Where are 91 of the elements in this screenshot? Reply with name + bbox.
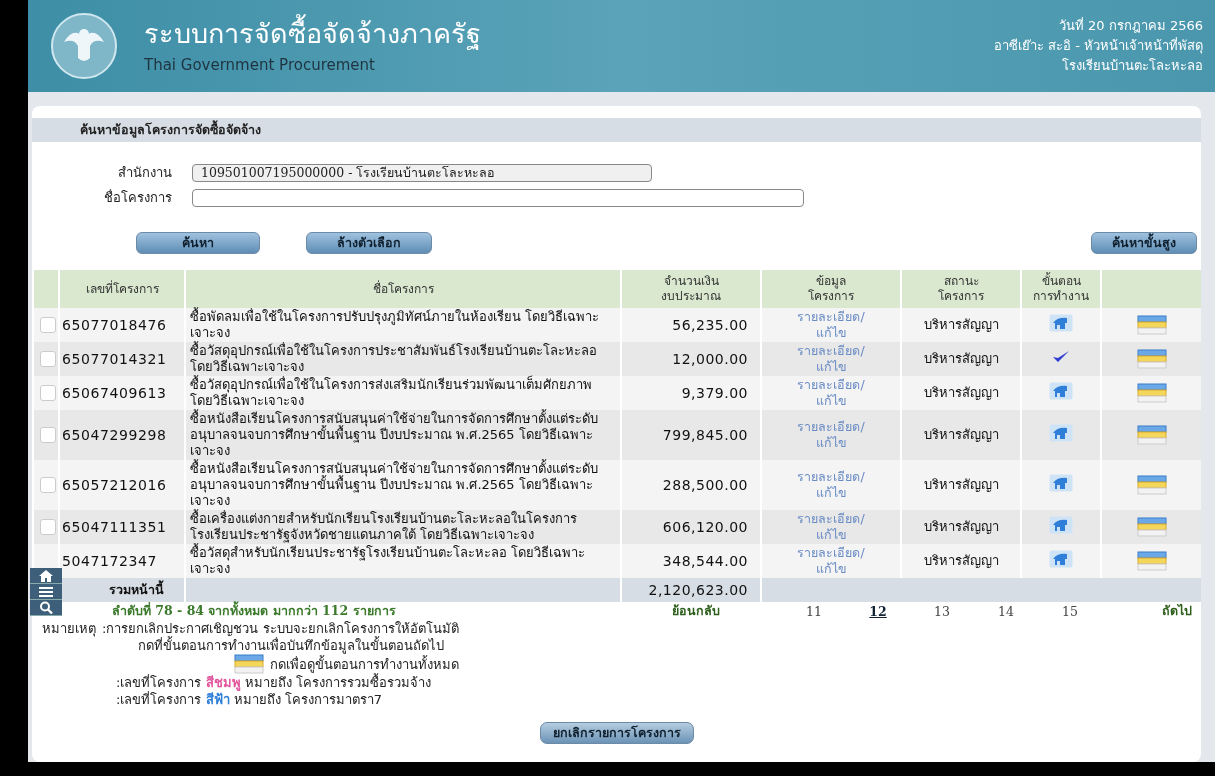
total-label: รวมหน้านี้	[59, 578, 185, 602]
menu-icon[interactable]	[30, 584, 62, 600]
row-checkbox[interactable]	[40, 519, 56, 535]
status-cell: บริหารสัญญา	[901, 342, 1021, 376]
details-link[interactable]: รายละเอียด/ แก้ไข	[761, 544, 901, 578]
details-link[interactable]: รายละเอียด/ แก้ไข	[761, 376, 901, 410]
amount-cell: 348,544.00	[621, 544, 761, 578]
row-checkbox[interactable]	[40, 385, 56, 401]
stacked-bars-icon[interactable]	[1136, 425, 1167, 445]
page-link[interactable]: 13	[910, 603, 974, 619]
amount-cell: 12,000.00	[621, 342, 761, 376]
page-link[interactable]: 14	[974, 603, 1038, 619]
note-text: :การยกเลิกประกาศเชิญชวน ระบบจะยกเลิกโครงการให้อัตโนมัติ	[102, 620, 459, 636]
cancel-projects-button[interactable]: ยกเลิกรายการโครงการ	[539, 722, 694, 744]
row-checkbox[interactable]	[40, 427, 56, 443]
details-link[interactable]: รายละเอียด/ แก้ไข	[761, 308, 901, 342]
stacked-bars-icon[interactable]	[1136, 551, 1167, 571]
column-header: ข้อมูล โครงการ	[761, 270, 901, 308]
stacked-bars-icon[interactable]	[1136, 517, 1167, 537]
note-text: กดที่ขั้นตอนการทำงานเพื่อบันทึกข้อมูลในขั้นตอนถัดไป	[138, 637, 444, 654]
project-name: ซื้อหนังสือเรียนโครงการสนับสนุนค่าใช้จ่ายในการจัดการศึกษาตั้งแต่ระดับอนุบาลจนจบการศึกษาขั้นพื้นฐาน ปีงบประมาณ พ.ศ.2565 โดยวิธีเฉพาะเจาะจง	[185, 460, 621, 510]
home-icon[interactable]	[30, 568, 62, 584]
check-icon[interactable]	[1052, 350, 1070, 364]
amount-cell: 799,845.00	[621, 410, 761, 460]
row-checkbox[interactable]	[40, 317, 56, 333]
column-header: เลขที่โครงการ	[59, 270, 185, 308]
status-cell: บริหารสัญญา	[901, 410, 1021, 460]
page-link[interactable]: 12	[846, 603, 910, 619]
note-text: :เลขที่โครงการ สีชมพู หมายถึง โครงการรวมซื้อรวมจ้าง	[116, 674, 431, 691]
project-number: 65047299298	[59, 410, 185, 460]
page-link[interactable]: 15	[1038, 603, 1102, 619]
stamp-icon[interactable]	[1049, 314, 1073, 332]
organization-name: โรงเรียนบ้านตะโละหะลอ	[1062, 57, 1203, 75]
project-name: ซื้อพัดลมเพื่อใช้ในโครงการปรับปรุงภูมิทัศน์ภายในห้องเรียน โดยวิธีเฉพาะเจาะจง	[185, 308, 621, 342]
stacked-bars-icon[interactable]	[1136, 383, 1167, 403]
stamp-icon[interactable]	[1049, 550, 1073, 568]
project-number: 65077018476	[59, 308, 185, 342]
stacked-bars-icon[interactable]	[234, 654, 264, 674]
record-range-text: ลำดับที่ 78 - 84 จากทั้งหมด มากกว่า 112 รายการ	[112, 601, 397, 620]
project-number: 65057212016	[59, 460, 185, 510]
user-name: อาซีเย๊าะ สะอิ - หัวหน้าเจ้าหน้าที่พัสดุ	[993, 36, 1203, 56]
previous-link[interactable]: ย้อนกลับ	[672, 601, 782, 621]
site-subtitle: Thai Government Procurement	[144, 56, 376, 74]
status-cell: บริหารสัญญา	[901, 510, 1021, 544]
project-number: 65047111351	[59, 510, 185, 544]
amount-cell: 288,500.00	[621, 460, 761, 510]
field-label: สำนักงาน	[117, 164, 172, 182]
search-button[interactable]: ค้นหา	[136, 232, 260, 254]
project-name: ซื้อเครื่องแต่งกายสำหรับนักเรียนโรงเรียนบ้านตะโละหะลอในโครงการโรงเรียนประชารัฐจังหวัดชายแดนภาคใต้ โดยวิธีเฉพาะเจาะจง	[185, 510, 621, 544]
note-text: กดเพื่อดูขั้นตอนการทำงานทั้งหมด	[270, 655, 459, 673]
section-title: ค้นหาข้อมูลโครงการจัดซื้อจัดจ้าง	[80, 120, 261, 140]
status-cell: บริหารสัญญา	[901, 308, 1021, 342]
amount-cell: 56,235.00	[621, 308, 761, 342]
stamp-icon[interactable]	[1049, 382, 1073, 400]
column-header: สถานะ โครงการ	[901, 270, 1021, 308]
stacked-bars-icon[interactable]	[1136, 349, 1167, 369]
status-cell: บริหารสัญญา	[901, 460, 1021, 510]
project-number: 65067409613	[59, 376, 185, 410]
field-label: ชื่อโครงการ	[103, 188, 172, 207]
project-name: ซื้อหนังสือเรียนโครงการสนับสนุนค่าใช้จ่ายในการจัดการศึกษาตั้งแต่ระดับอนุบาลจนจบการศึกษาขั้นพื้นฐาน ปีงบประมาณ พ.ศ.2565 โดยวิธีเฉพาะเจาะจง	[185, 410, 621, 460]
emblem-icon	[50, 12, 118, 80]
search-icon[interactable]	[30, 600, 62, 616]
row-checkbox[interactable]	[40, 351, 56, 367]
advanced-search-button[interactable]: ค้นหาขั้นสูง	[1091, 232, 1197, 254]
amount-cell: 606,120.00	[621, 510, 761, 544]
status-cell: บริหารสัญญา	[901, 544, 1021, 578]
project-number: 65077014321	[59, 342, 185, 376]
input-field[interactable]	[192, 188, 804, 207]
current-date: วันที่ 20 กรกฎาคม 2566	[1058, 16, 1203, 35]
stacked-bars-icon[interactable]	[1136, 315, 1167, 335]
status-cell: บริหารสัญญา	[901, 376, 1021, 410]
project-name: ซื้อวัสดุอุปกรณ์เพื่อใช้ในโครงการประชาสัมพันธ์โรงเรียนบ้านตะโละหะลอ โดยวิธีเฉพาะเจาะจง	[185, 342, 621, 376]
note-text: :เลขที่โครงการ สีฟ้า หมายถึง โครงการมาตรา7	[116, 691, 383, 708]
column-header: ขั้นตอน การทำงาน	[1021, 270, 1101, 308]
clear-button[interactable]: ล้างตัวเลือก	[306, 232, 432, 254]
amount-cell: 9,379.00	[621, 376, 761, 410]
details-link[interactable]: รายละเอียด/ แก้ไข	[761, 460, 901, 510]
total-amount: 2,120,623.00	[621, 578, 761, 602]
column-header: ชื่อโครงการ	[185, 270, 621, 308]
stamp-icon[interactable]	[1049, 474, 1073, 492]
project-name: ซื้อวัสดุสำหรับนักเรียนประชารัฐโรงเรียนบ้านตะโละหะลอ โดยวิธีเฉพาะเจาะจง	[185, 544, 621, 578]
page-link[interactable]: 11	[782, 603, 846, 619]
project-number: 5047172347	[59, 544, 185, 578]
column-header: จำนวนเงิน งบประมาณ	[621, 270, 761, 308]
note-label: หมายเหตุ	[42, 620, 96, 637]
stamp-icon[interactable]	[1049, 424, 1073, 442]
project-name: ซื้อวัสดุอุปกรณ์เพื่อใช้ในโครงการส่งเสริมนักเรียนร่วมพัฒนาเต็มศักยภาพ โดยวิธีเฉพาะเจาะจง	[185, 376, 621, 410]
stacked-bars-icon[interactable]	[1136, 475, 1167, 495]
stamp-icon[interactable]	[1049, 516, 1073, 534]
next-link[interactable]: ถัดไป	[1162, 601, 1192, 621]
row-checkbox[interactable]	[40, 477, 56, 493]
